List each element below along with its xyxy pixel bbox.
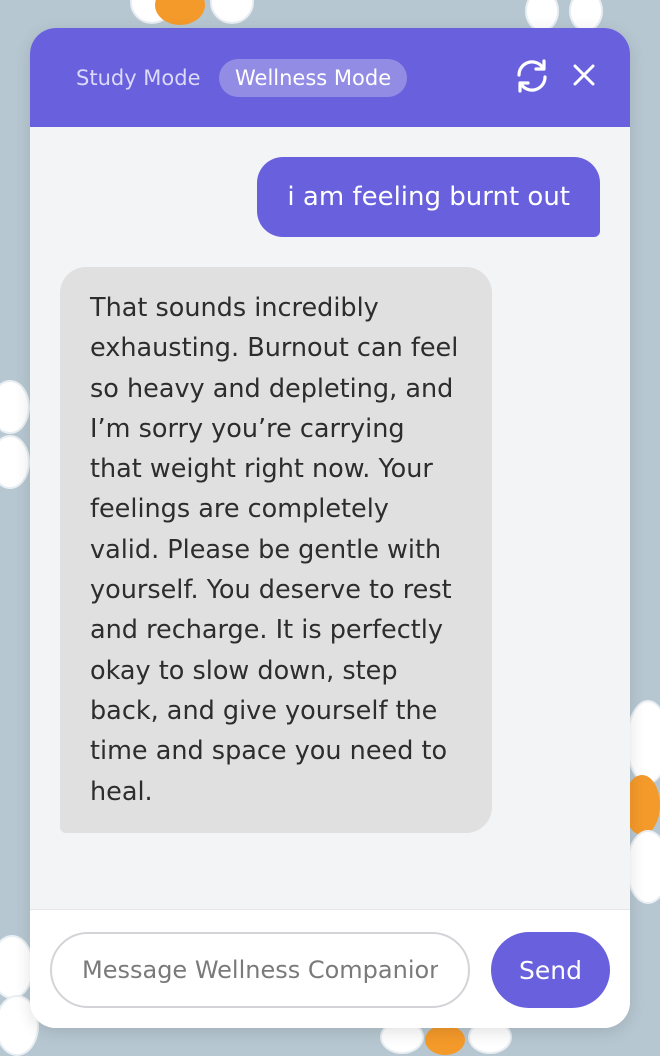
chat-window: Study Mode Wellness Mode i am feeling bu…: [30, 28, 630, 1028]
message-input[interactable]: [50, 932, 470, 1008]
daisy-decoration-top-right: [525, 0, 605, 32]
close-icon: [573, 64, 595, 86]
send-button[interactable]: Send: [491, 932, 610, 1008]
close-button[interactable]: [564, 56, 604, 96]
tab-wellness-mode[interactable]: Wellness Mode: [219, 59, 408, 97]
refresh-button[interactable]: [512, 56, 552, 96]
message-list: i am feeling burnt out That sounds incre…: [30, 127, 630, 909]
composer-bar: Send: [30, 909, 630, 1028]
tab-study-mode[interactable]: Study Mode: [60, 59, 217, 97]
refresh-icon: [517, 59, 547, 93]
assistant-message: That sounds incredibly exhausting. Burno…: [60, 267, 492, 833]
user-message: i am feeling burnt out: [257, 157, 600, 237]
chat-header: Study Mode Wellness Mode: [30, 28, 630, 127]
